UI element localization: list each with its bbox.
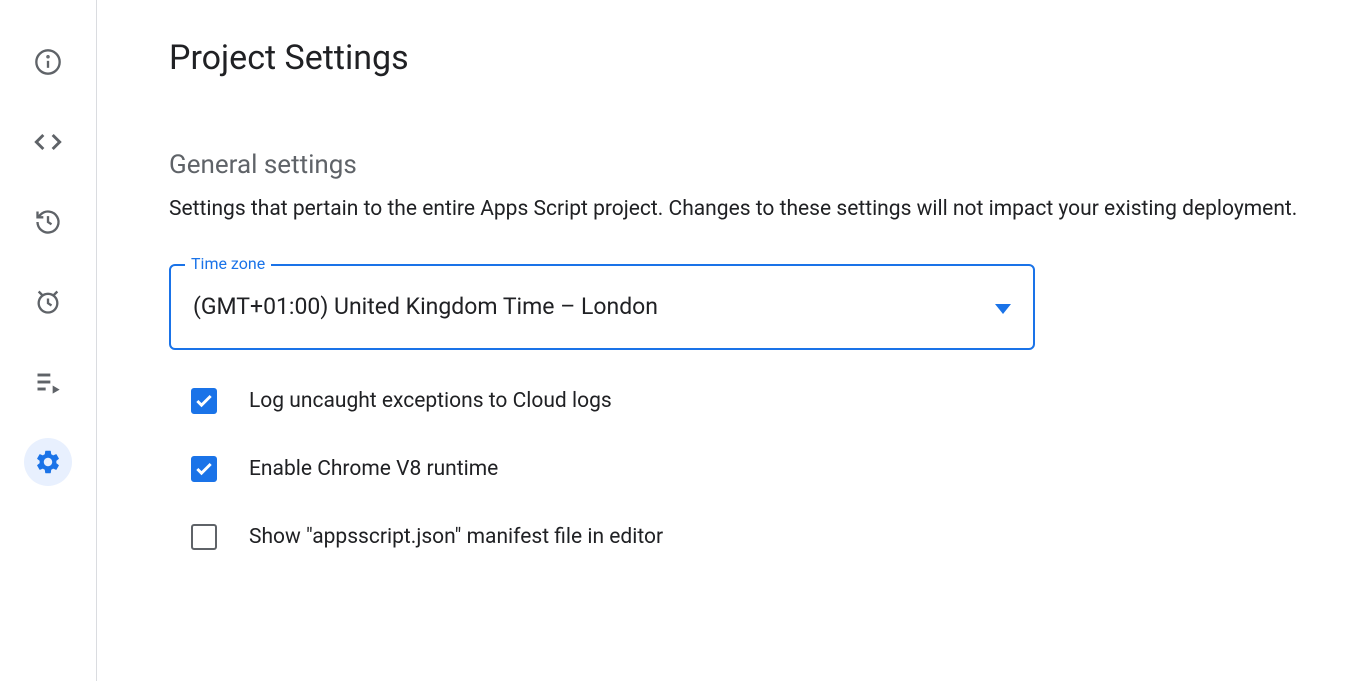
sidebar bbox=[0, 0, 97, 681]
timezone-label: Time zone bbox=[185, 254, 271, 273]
general-settings-description: Settings that pertain to the entire Apps… bbox=[169, 194, 1299, 226]
checkbox-row-manifest: Show "appsscript.json" manifest file in … bbox=[169, 524, 1347, 550]
sidebar-item-executions[interactable] bbox=[24, 358, 72, 406]
checkbox-row-log-exceptions: Log uncaught exceptions to Cloud logs bbox=[169, 388, 1347, 414]
timezone-value: (GMT+01:00) United Kingdom Time – London bbox=[193, 293, 658, 320]
checkbox-manifest[interactable] bbox=[191, 524, 217, 550]
sidebar-item-editor[interactable] bbox=[24, 118, 72, 166]
checkbox-v8-runtime[interactable] bbox=[191, 456, 217, 482]
timezone-select-wrapper: Time zone (GMT+01:00) United Kingdom Tim… bbox=[169, 264, 1035, 350]
info-icon bbox=[34, 48, 62, 76]
gear-icon bbox=[34, 448, 62, 476]
sidebar-item-triggers[interactable] bbox=[24, 278, 72, 326]
alarm-icon bbox=[34, 288, 62, 316]
sidebar-item-settings[interactable] bbox=[24, 438, 72, 486]
checkbox-label: Show "appsscript.json" manifest file in … bbox=[249, 525, 663, 549]
checkbox-row-v8-runtime: Enable Chrome V8 runtime bbox=[169, 456, 1347, 482]
executions-icon bbox=[34, 368, 62, 396]
page-title: Project Settings bbox=[169, 38, 1347, 78]
checkbox-log-exceptions[interactable] bbox=[191, 388, 217, 414]
code-icon bbox=[34, 128, 62, 156]
timezone-select[interactable]: (GMT+01:00) United Kingdom Time – London bbox=[169, 264, 1035, 350]
history-icon bbox=[34, 208, 62, 236]
sidebar-item-history[interactable] bbox=[24, 198, 72, 246]
main-content: Project Settings General settings Settin… bbox=[97, 0, 1347, 681]
check-icon bbox=[194, 391, 214, 411]
checkbox-label: Log uncaught exceptions to Cloud logs bbox=[249, 389, 612, 413]
checkbox-label: Enable Chrome V8 runtime bbox=[249, 457, 498, 481]
sidebar-item-overview[interactable] bbox=[24, 38, 72, 86]
check-icon bbox=[194, 459, 214, 479]
dropdown-arrow-icon bbox=[995, 293, 1011, 320]
general-settings-heading: General settings bbox=[169, 150, 1347, 180]
